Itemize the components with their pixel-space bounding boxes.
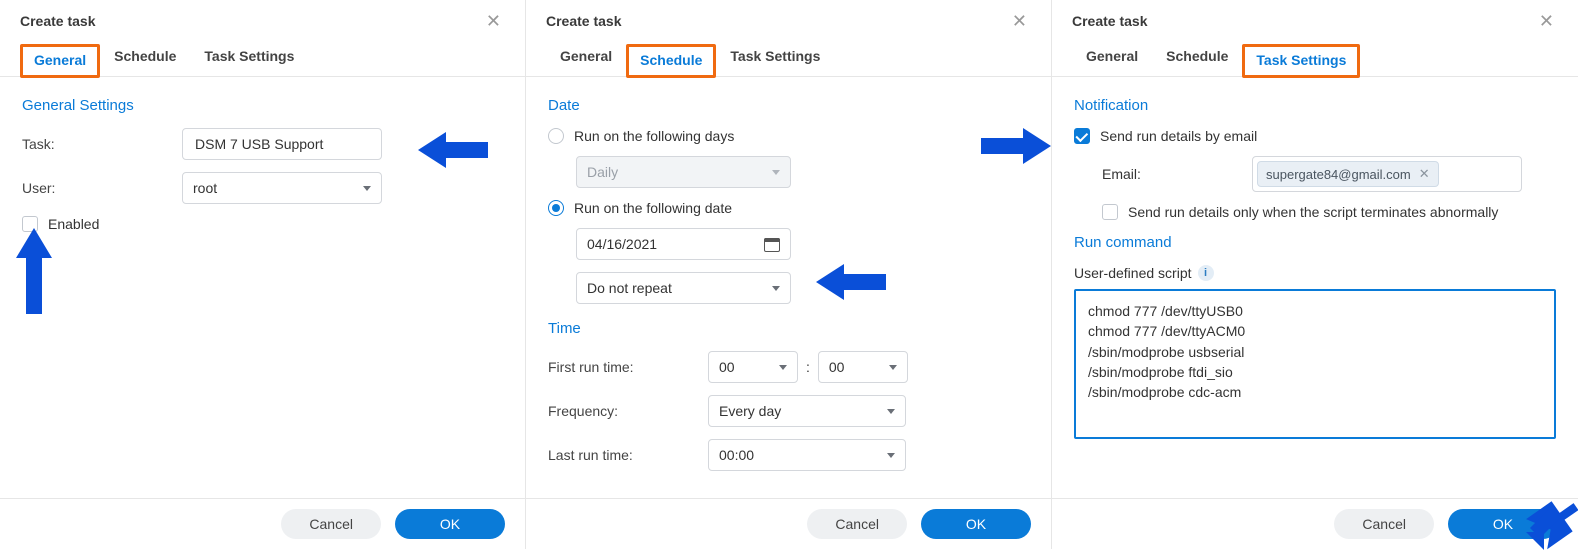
enabled-checkbox[interactable] [22, 216, 38, 232]
section-time: Time [548, 320, 1029, 337]
frequency-value: Every day [719, 403, 781, 419]
tab-general[interactable]: General [546, 40, 626, 76]
info-icon[interactable]: i [1198, 265, 1214, 281]
chevron-down-icon [887, 409, 895, 414]
tab-task-settings[interactable]: Task Settings [716, 40, 834, 76]
enabled-label: Enabled [48, 216, 99, 232]
date-input[interactable]: 04/16/2021 [576, 228, 791, 260]
first-run-label: First run time: [548, 359, 708, 375]
tab-schedule[interactable]: Schedule [100, 40, 190, 76]
ok-button[interactable]: OK [921, 509, 1031, 539]
repeat-value: Do not repeat [587, 280, 672, 296]
frequency-select[interactable]: Every day [708, 395, 906, 427]
first-run-hour-select[interactable]: 00 [708, 351, 798, 383]
ok-button[interactable]: OK [1448, 509, 1558, 539]
create-task-panel-tasksettings: Create task ✕ General Schedule Task Sett… [1052, 0, 1578, 549]
titlebar: Create task ✕ [526, 0, 1051, 40]
tab-schedule[interactable]: Schedule [626, 44, 716, 78]
section-general-settings: General Settings [22, 97, 503, 114]
date-value: 04/16/2021 [587, 236, 657, 252]
cancel-button[interactable]: Cancel [1334, 509, 1434, 539]
tab-general[interactable]: General [1072, 40, 1152, 76]
window-title: Create task [20, 13, 482, 29]
tabs: General Schedule Task Settings [526, 40, 1051, 77]
run-date-radio[interactable] [548, 200, 564, 216]
tab-task-settings[interactable]: Task Settings [1242, 44, 1360, 78]
calendar-icon [764, 236, 780, 252]
email-chip-input[interactable]: supergate84@gmail.com ✕ [1252, 156, 1522, 192]
run-days-label: Run on the following days [574, 128, 734, 144]
user-select[interactable]: root [182, 172, 382, 204]
run-days-select[interactable]: Daily [576, 156, 791, 188]
titlebar: Create task ✕ [1052, 0, 1578, 40]
chevron-down-icon [363, 186, 371, 191]
cancel-button[interactable]: Cancel [281, 509, 381, 539]
task-name-field[interactable] [193, 135, 371, 153]
frequency-label: Frequency: [548, 403, 708, 419]
cancel-button[interactable]: Cancel [807, 509, 907, 539]
first-run-min-select[interactable]: 00 [818, 351, 908, 383]
task-name-input[interactable] [182, 128, 382, 160]
chevron-down-icon [887, 453, 895, 458]
first-run-hour: 00 [719, 359, 735, 375]
chip-remove-icon[interactable]: ✕ [1419, 166, 1430, 182]
chevron-down-icon [779, 365, 787, 370]
tab-task-settings[interactable]: Task Settings [190, 40, 308, 76]
close-icon[interactable]: ✕ [482, 12, 505, 30]
email-chip-text: supergate84@gmail.com [1266, 167, 1411, 182]
chevron-down-icon [772, 170, 780, 175]
send-email-checkbox[interactable] [1074, 128, 1090, 144]
user-script-textarea[interactable] [1074, 289, 1556, 439]
close-icon[interactable]: ✕ [1535, 12, 1558, 30]
ok-button[interactable]: OK [395, 509, 505, 539]
email-chip: supergate84@gmail.com ✕ [1257, 161, 1439, 187]
user-label: User: [22, 180, 182, 196]
section-notification: Notification [1074, 97, 1556, 114]
time-separator: : [806, 359, 810, 375]
user-select-value: root [193, 180, 217, 196]
titlebar: Create task ✕ [0, 0, 525, 40]
task-label: Task: [22, 136, 182, 152]
email-label: Email: [1102, 166, 1252, 182]
window-title: Create task [1072, 13, 1535, 29]
last-run-value: 00:00 [719, 447, 754, 463]
repeat-select[interactable]: Do not repeat [576, 272, 791, 304]
tab-general[interactable]: General [20, 44, 100, 78]
abnormal-only-checkbox[interactable] [1102, 204, 1118, 220]
abnormal-only-label: Send run details only when the script te… [1128, 204, 1498, 220]
chevron-down-icon [889, 365, 897, 370]
window-title: Create task [546, 13, 1008, 29]
tabs: General Schedule Task Settings [1052, 40, 1578, 77]
script-label: User-defined script [1074, 265, 1192, 281]
chevron-down-icon [772, 286, 780, 291]
create-task-panel-schedule: Create task ✕ General Schedule Task Sett… [526, 0, 1052, 549]
run-date-label: Run on the following date [574, 200, 732, 216]
section-run-command: Run command [1074, 234, 1556, 251]
close-icon[interactable]: ✕ [1008, 12, 1031, 30]
create-task-panel-general: Create task ✕ General Schedule Task Sett… [0, 0, 526, 549]
send-email-label: Send run details by email [1100, 128, 1257, 144]
tab-schedule[interactable]: Schedule [1152, 40, 1242, 76]
last-run-label: Last run time: [548, 447, 708, 463]
run-days-value: Daily [587, 164, 618, 180]
tabs: General Schedule Task Settings [0, 40, 525, 77]
run-days-radio[interactable] [548, 128, 564, 144]
section-date: Date [548, 97, 1029, 114]
last-run-select[interactable]: 00:00 [708, 439, 906, 471]
first-run-min: 00 [829, 359, 845, 375]
